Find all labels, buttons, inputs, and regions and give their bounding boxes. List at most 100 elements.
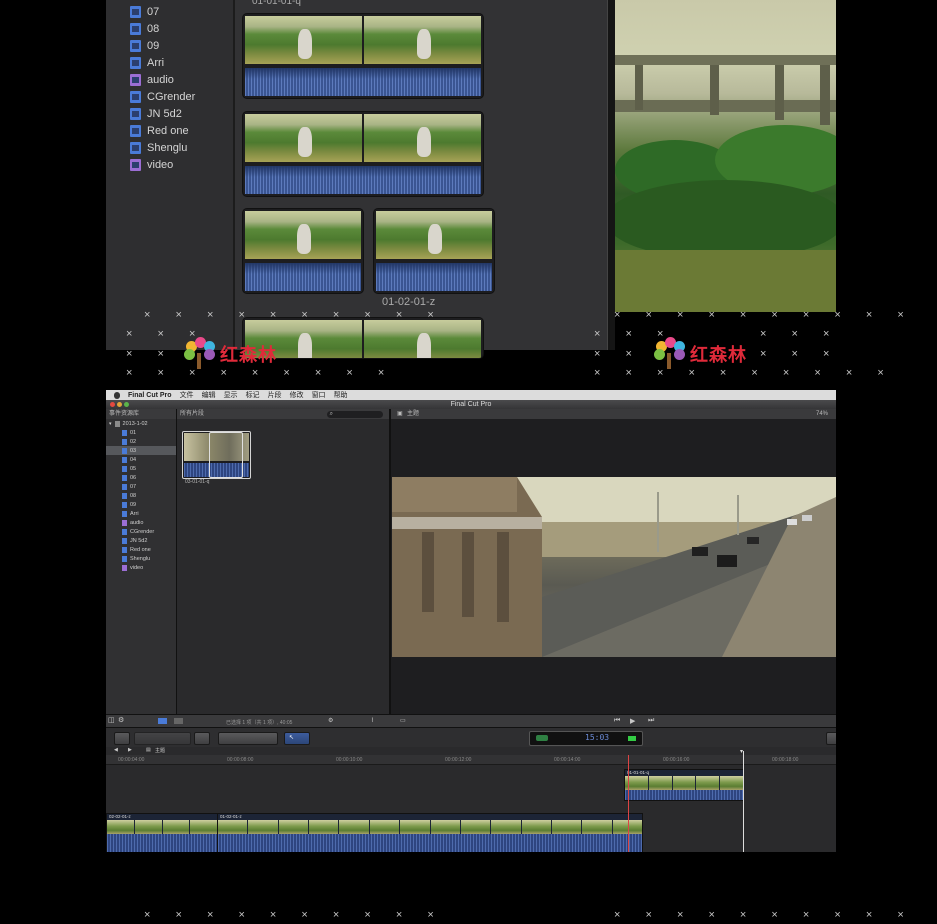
menu-clip[interactable]: 片段	[268, 390, 282, 400]
event-item[interactable]: audio	[122, 518, 143, 527]
ruler-timecode: 00:00:10:00	[336, 757, 363, 763]
event-icon	[130, 91, 141, 103]
clip-label: 01-02-01-z	[382, 296, 436, 308]
library-header: 事件资源库	[106, 409, 176, 419]
event-item[interactable]: 01	[122, 428, 136, 437]
viewer-header: ▣ 主题 74%	[391, 409, 836, 419]
event-item-selected[interactable]: 03	[122, 446, 136, 455]
event-icon	[122, 429, 127, 436]
previous-frame-icon[interactable]: ⏮	[614, 717, 620, 725]
event-item[interactable]: video	[122, 563, 143, 572]
watermark-pattern: × × × × × × × × × ×	[614, 909, 915, 921]
browser-clip[interactable]	[243, 209, 363, 293]
forward-arrow-icon[interactable]: ▶	[128, 747, 132, 753]
skimming-icon[interactable]: ⌇	[371, 717, 374, 724]
primary-storyline-clip[interactable]: 02-02-01-z	[106, 813, 218, 852]
event-item[interactable]: video	[130, 155, 173, 175]
event-item[interactable]: CGrender	[122, 527, 154, 536]
record-voiceover-button[interactable]	[134, 732, 191, 745]
filmstrip-view-icon[interactable]	[158, 718, 167, 724]
final-cut-pro-window: Final Cut Pro 文件 编辑 显示 标记 片段 修改 窗口 帮助 Fi…	[106, 390, 836, 852]
playhead[interactable]	[743, 751, 744, 852]
tree-logo-icon	[652, 337, 686, 371]
back-arrow-icon[interactable]: ◀	[114, 747, 118, 753]
event-icon	[122, 465, 127, 472]
ruler-timecode: 00:00:18:00	[772, 757, 799, 763]
keyword-collection-icon	[130, 74, 141, 86]
menu-help[interactable]: 帮助	[334, 390, 348, 400]
close-button[interactable]	[110, 402, 115, 407]
project-icon: ▤	[146, 747, 151, 753]
browser-clip[interactable]	[243, 318, 483, 358]
watermark-pattern: × × ×	[760, 348, 841, 360]
disclosure-triangle-icon[interactable]: ▾	[109, 421, 112, 427]
library-root[interactable]: ▾ 2013-1-02	[109, 419, 148, 428]
top-event-list: 07 08 09 Arri audio CGrender JN 5d2 Red …	[106, 0, 233, 350]
event-item[interactable]: 05	[122, 464, 136, 473]
menu-app-name[interactable]: Final Cut Pro	[128, 392, 172, 399]
viewer-options-icon[interactable]: ▭	[400, 717, 406, 724]
top-divider-2	[607, 0, 615, 350]
audio-waveform	[245, 68, 481, 96]
event-item[interactable]: 04	[122, 455, 136, 464]
menu-window[interactable]: 窗口	[312, 390, 326, 400]
event-library-toggle-icon[interactable]: ◫	[108, 716, 115, 724]
browser-clip[interactable]	[243, 112, 483, 196]
main-toolbar: ↖ 15:03	[106, 727, 836, 749]
apple-icon[interactable]	[114, 391, 120, 399]
menu-view[interactable]: 显示	[224, 390, 238, 400]
event-item[interactable]: Red one	[122, 545, 151, 554]
background-tasks-icon[interactable]	[536, 735, 548, 741]
list-view-icon[interactable]	[174, 718, 183, 724]
inspector-button[interactable]	[826, 732, 836, 745]
browser-clip-selected[interactable]	[182, 431, 251, 479]
browser-viewer-bottom-bar: ⚙ ◫ 已选择 1 项（共 1 项）, 40:05 ⚙ ⌇ ▭ ⏮ ▶ ⏭	[106, 714, 836, 728]
event-icon	[122, 510, 127, 517]
event-icon	[130, 108, 141, 120]
watermark-pattern: × × ×	[760, 328, 841, 340]
event-item[interactable]: 09	[122, 500, 136, 509]
event-item[interactable]: 07	[122, 482, 136, 491]
tree-logo-icon	[182, 337, 216, 371]
event-icon	[122, 528, 127, 535]
event-icon	[130, 142, 141, 154]
select-tool-button[interactable]: ↖	[284, 732, 310, 745]
skimmer-selection[interactable]	[209, 432, 243, 478]
clip-appearance-icon[interactable]: ⚙	[328, 717, 333, 724]
menu-mark[interactable]: 标记	[246, 390, 260, 400]
minimize-button[interactable]	[117, 402, 122, 407]
zoom-button[interactable]	[124, 402, 129, 407]
keyword-button[interactable]	[194, 732, 210, 745]
edit-buttons[interactable]	[218, 732, 278, 745]
import-button[interactable]	[114, 732, 130, 745]
event-item[interactable]: 02	[122, 437, 136, 446]
menu-edit[interactable]: 编辑	[202, 390, 216, 400]
event-item[interactable]: 06	[122, 473, 136, 482]
skimmer-line[interactable]	[628, 755, 629, 852]
timeline: ◀ ▶ ▤ 主题 00:00:04:00 00:00:08:00 00:00:1…	[106, 747, 836, 852]
arrow-cursor-icon: ↖	[289, 735, 295, 741]
playhead-marker-icon[interactable]: ▾	[740, 748, 743, 755]
event-icon	[130, 57, 141, 69]
browser-header: 所有片段 ⌕	[177, 409, 389, 419]
search-icon: ⌕	[329, 411, 333, 417]
event-item[interactable]: Arri	[122, 509, 139, 518]
primary-storyline-clip[interactable]: 01-02-01-z	[217, 813, 643, 852]
menu-modify[interactable]: 修改	[290, 390, 304, 400]
event-item[interactable]: JN 5d2	[122, 536, 147, 545]
audio-waveform	[218, 834, 642, 852]
action-menu-icon[interactable]: ⚙	[118, 716, 124, 724]
watermark-pattern: × × × × × × × × × ×	[614, 309, 915, 321]
connected-clip[interactable]: 01-01-01-q	[624, 769, 744, 801]
browser-clip[interactable]	[243, 14, 483, 98]
search-field[interactable]	[327, 410, 383, 418]
event-item[interactable]: 08	[122, 491, 136, 500]
event-item[interactable]: Shenglu	[122, 554, 150, 563]
next-frame-icon[interactable]: ⏭	[648, 717, 654, 725]
timecode-display[interactable]: 15:03	[529, 731, 643, 746]
browser-clip[interactable]	[374, 209, 494, 293]
menu-file[interactable]: 文件	[180, 390, 194, 400]
play-icon[interactable]: ▶	[630, 717, 635, 725]
event-icon	[122, 492, 127, 499]
zoom-level[interactable]: 74%	[816, 409, 828, 419]
